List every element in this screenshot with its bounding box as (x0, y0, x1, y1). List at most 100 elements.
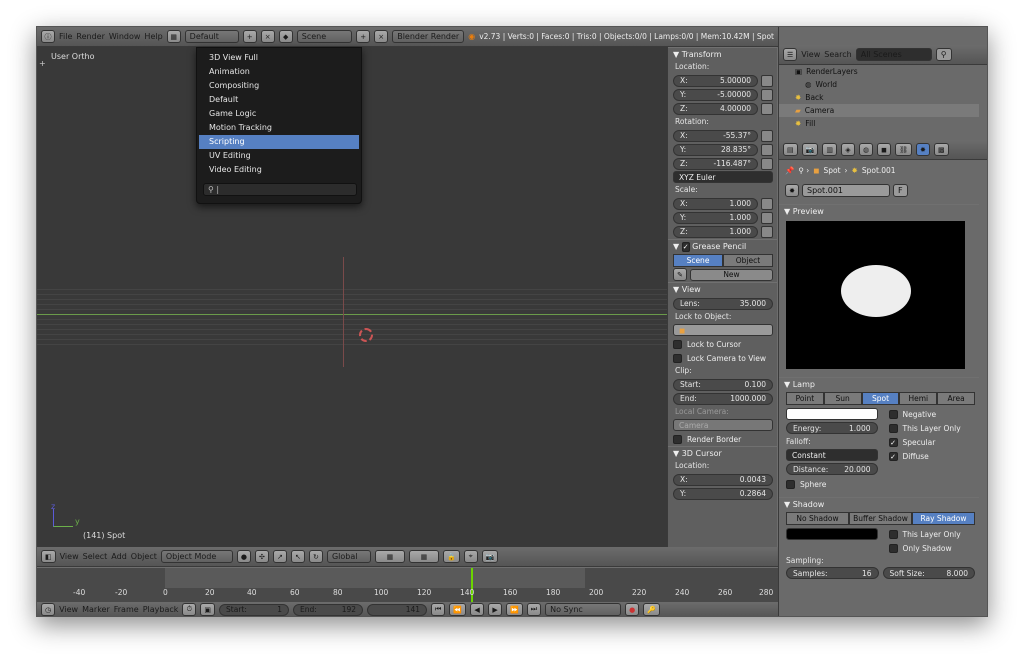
lock-to-cursor-toggle[interactable]: Lock to Cursor (668, 337, 777, 351)
lamp-panel-title[interactable]: ▼ Lamp (779, 377, 979, 391)
pin-icon[interactable]: 📌 (785, 166, 794, 175)
menu-item-motion-tracking[interactable]: Motion Tracking (199, 121, 359, 135)
lock-icon[interactable] (761, 157, 773, 170)
timeline-area[interactable]: -40 -20 0 20 40 60 80 100 120 140 160 18… (37, 568, 778, 602)
menu-view[interactable]: View (60, 552, 79, 561)
shadow-color-swatch[interactable] (786, 528, 878, 540)
lamp-type-sun[interactable]: Sun (823, 392, 862, 405)
view-panel-title[interactable]: ▼ View (668, 282, 777, 296)
distance-field[interactable]: Distance: 20.000 (786, 463, 878, 475)
lock-camera-toggle[interactable]: Lock Camera to View (668, 351, 777, 365)
outliner-item[interactable]: ✸ Back (779, 91, 979, 104)
tab-object[interactable]: Object (723, 254, 773, 267)
lock-icon[interactable] (761, 102, 773, 115)
lock-icon[interactable] (761, 88, 773, 101)
range-lock-icon[interactable]: ▣ (200, 603, 216, 616)
shadow-type-ray[interactable]: Ray Shadow (912, 512, 975, 525)
rotation-y-field[interactable]: Y: 28.835° (673, 143, 758, 156)
menu-select[interactable]: Select (83, 552, 108, 561)
only-shadow-toggle[interactable]: Only Shadow (884, 541, 976, 555)
editor-type-icon[interactable]: ◷ (41, 603, 56, 616)
outliner-menu-search[interactable]: Search (824, 50, 851, 59)
scale-y-field[interactable]: Y: 1.000 (673, 211, 758, 224)
lock-icon[interactable] (761, 129, 773, 142)
location-z-field[interactable]: Z: 4.00000 (673, 102, 758, 115)
outliner-menu-view[interactable]: View (801, 50, 820, 59)
menu-item-video-editing[interactable]: Video Editing (199, 163, 359, 177)
jump-start-icon[interactable]: ⏮ (431, 603, 446, 616)
world-tab-icon[interactable]: ◍ (858, 143, 874, 156)
menu-object[interactable]: Object (131, 552, 157, 561)
keying-set-icon[interactable]: 🔑 (643, 603, 660, 616)
add-scene-icon[interactable]: + (356, 30, 371, 43)
menu-file[interactable]: File (59, 32, 72, 41)
lock-icon[interactable] (761, 211, 773, 224)
sync-dropdown[interactable]: No Sync (545, 603, 622, 616)
render-engine-dropdown[interactable]: Blender Render (392, 30, 465, 43)
menu-item-default[interactable]: Default (199, 93, 359, 107)
scene-dropdown[interactable]: Scene (296, 30, 353, 43)
remove-layout-icon[interactable]: × (260, 30, 275, 43)
outliner-filter-dropdown[interactable]: All Scenes (855, 48, 932, 61)
scale-z-field[interactable]: Z: 1.000 (673, 225, 758, 238)
menu-window[interactable]: Window (109, 32, 141, 41)
end-frame-field[interactable]: End: 192 (293, 603, 364, 616)
constraint-tab-icon[interactable]: ⛓ (895, 143, 912, 156)
negative-toggle[interactable]: Negative (884, 407, 976, 421)
menu-add[interactable]: Add (111, 552, 127, 561)
pivot-icon[interactable]: ✣ (254, 550, 269, 563)
menu-playback[interactable]: Playback (143, 605, 179, 614)
manipulator-icon[interactable]: ↗ (272, 550, 287, 563)
current-frame-field[interactable]: 141 (367, 603, 428, 616)
specular-toggle[interactable]: ✓ Specular (884, 435, 976, 449)
clip-start-field[interactable]: Start: 0.100 (673, 378, 773, 391)
grease-pencil-checkbox[interactable]: ✓ (681, 242, 690, 252)
grease-pencil-panel-title[interactable]: ▼ ✓ Grease Pencil (668, 239, 777, 253)
lock-icon[interactable] (761, 74, 773, 87)
layers-icon[interactable]: ▦ (408, 550, 439, 563)
fake-user-button[interactable]: F (893, 184, 908, 197)
play-icon[interactable]: ▶ (488, 603, 503, 616)
shading-icon[interactable]: ● (236, 550, 251, 563)
record-icon[interactable]: ● (625, 603, 640, 616)
translate-icon[interactable]: ↖ (290, 550, 305, 563)
menu-help[interactable]: Help (144, 32, 162, 41)
outliner-search-icon[interactable]: ⚲ (935, 48, 952, 61)
menu-search-input[interactable]: ⚲ | (203, 183, 357, 196)
shadow-type-buffer[interactable]: Buffer Shadow (849, 512, 912, 525)
outliner-item[interactable]: ✸ Fill (779, 117, 979, 130)
outliner-item[interactable]: ◍ World (779, 78, 979, 91)
lock-layer-icon[interactable]: 🔒 (442, 550, 460, 563)
layers-icon[interactable]: ▦ (374, 550, 405, 563)
data-tab-icon[interactable]: ✸ (915, 143, 930, 156)
add-layout-icon[interactable]: + (242, 30, 257, 43)
tab-scene[interactable]: Scene (673, 254, 723, 267)
properties-type-icon[interactable]: ▤ (783, 143, 798, 156)
snap-icon[interactable]: ⌖ (463, 550, 478, 563)
play-reverse-icon[interactable]: ◀ (470, 603, 485, 616)
rotation-z-field[interactable]: Z: -116.487° (673, 157, 758, 170)
menu-item-compositing[interactable]: Compositing (199, 79, 359, 93)
lamp-type-spot[interactable]: Spot (861, 392, 900, 405)
start-frame-field[interactable]: Start: 1 (219, 603, 290, 616)
3d-cursor-icon[interactable] (359, 328, 373, 342)
lens-field[interactable]: Lens: 35.000 (673, 297, 773, 310)
render-tab-icon[interactable]: 📷 (801, 143, 819, 156)
scale-x-field[interactable]: X: 1.000 (673, 197, 758, 210)
lock-icon[interactable] (761, 225, 773, 238)
lamp-type-hemi[interactable]: Hemi (899, 392, 938, 405)
next-key-icon[interactable]: ⏩ (506, 603, 523, 616)
cursor-x-field[interactable]: X: 0.0043 (673, 473, 773, 486)
remove-scene-icon[interactable]: × (374, 30, 389, 43)
datablock-name-field[interactable]: Spot.001 (802, 184, 890, 197)
layers-tab-icon[interactable]: ▥ (822, 143, 837, 156)
location-y-field[interactable]: Y: -5.00000 (673, 88, 758, 101)
menu-marker[interactable]: Marker (82, 605, 110, 614)
lock-object-field[interactable]: ◼ (673, 324, 773, 336)
lamp-type-point[interactable]: Point (786, 392, 824, 405)
lamp-type-area[interactable]: Area (937, 392, 975, 405)
render-icon[interactable]: 📷 (481, 550, 499, 563)
shadow-layer-toggle[interactable]: This Layer Only (884, 527, 976, 541)
render-border-toggle[interactable]: Render Border (668, 432, 777, 446)
sphere-toggle[interactable]: Sphere (779, 477, 979, 491)
